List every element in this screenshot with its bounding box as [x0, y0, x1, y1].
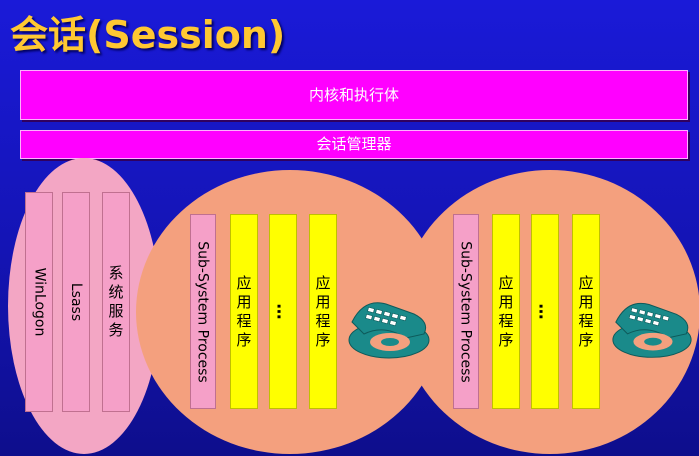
application-label: 应 用 程 序: [315, 273, 331, 349]
subsystem-process-label: Sub-System Process: [195, 240, 211, 383]
application-label: 应 用 程 序: [578, 273, 594, 349]
application-label: 应 用 程 序: [498, 273, 514, 349]
application-box: 应 用 程 序: [572, 214, 600, 409]
lsass-label: Lsass: [68, 282, 85, 322]
subsystem-process-label: Sub-System Process: [458, 240, 474, 383]
subsystem-process-box: Sub-System Process: [453, 214, 479, 409]
more-applications-box: …: [531, 214, 559, 409]
application-label: 应 用 程 序: [236, 273, 252, 349]
session-manager-bar: 会话管理器: [20, 130, 688, 159]
kernel-executive-bar: 内核和执行体: [20, 70, 688, 120]
winlogon-label: WinLogon: [31, 267, 47, 337]
more-applications-box: …: [269, 214, 297, 409]
ellipsis-label: …: [535, 303, 555, 320]
application-box: 应 用 程 序: [309, 214, 337, 409]
page-title: 会话(Session): [10, 13, 286, 57]
application-box: 应 用 程 序: [230, 214, 258, 409]
telephone-keyboard-icon: [612, 302, 692, 358]
lsass-process-box: Lsass: [62, 192, 90, 412]
subsystem-process-box: Sub-System Process: [190, 214, 216, 409]
system-service-box: 系 统 服 务: [102, 192, 130, 412]
telephone-keyboard-icon: [348, 302, 430, 359]
winlogon-process-box: WinLogon: [25, 192, 53, 412]
system-service-label: 系 统 服 务: [108, 264, 124, 339]
application-box: 应 用 程 序: [492, 214, 520, 409]
ellipsis-label: …: [273, 303, 293, 320]
